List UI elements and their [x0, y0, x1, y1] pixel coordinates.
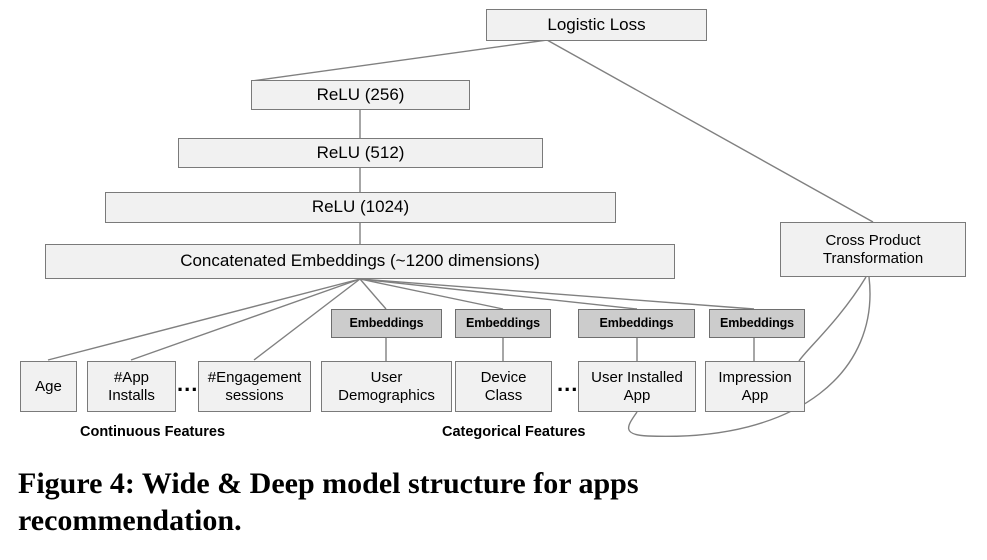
- node-logistic-loss-label: Logistic Loss: [547, 14, 646, 34]
- node-cross-product-line1: Cross Product: [825, 231, 921, 249]
- embedding-impression-app-label: Embeddings: [719, 316, 794, 331]
- feature-user-demographics[interactable]: User Demographics: [321, 361, 452, 412]
- node-relu-256-label: ReLU (256): [316, 84, 405, 104]
- node-concatenated-embeddings[interactable]: Concatenated Embeddings (~1200 dimension…: [45, 244, 675, 279]
- feature-device-class-line2: Class: [484, 386, 523, 404]
- figure-canvas: Logistic Loss ReLU (256) ReLU (512) ReLU…: [0, 0, 987, 560]
- embedding-user-installed-app-label: Embeddings: [599, 316, 674, 331]
- wire-concat-to-emb-device-class: [359, 278, 504, 310]
- embedding-user-demographics-label: Embeddings: [349, 316, 424, 331]
- embedding-user-demographics[interactable]: Embeddings: [331, 309, 442, 338]
- feature-app-installs[interactable]: #App Installs: [87, 361, 176, 412]
- feature-impression-app-line2: App: [741, 386, 769, 404]
- embedding-impression-app[interactable]: Embeddings: [709, 309, 805, 338]
- node-relu-512[interactable]: ReLU (512): [178, 138, 543, 168]
- feature-impression-app[interactable]: Impression App: [705, 361, 805, 412]
- wire-cross-to-impression-app: [798, 276, 867, 362]
- embedding-device-class-label: Embeddings: [465, 316, 540, 331]
- feature-user-installed-app[interactable]: User Installed App: [578, 361, 696, 412]
- embedding-user-installed-app[interactable]: Embeddings: [578, 309, 695, 338]
- wire-loss-to-relu256: [251, 39, 548, 82]
- categorical-features-ellipsis: ...: [557, 371, 579, 396]
- feature-age-label: Age: [35, 377, 62, 395]
- wire-cross-to-user-installed-app: [627, 276, 871, 438]
- figure-caption: Figure 4: Wide & Deep model structure fo…: [18, 466, 973, 539]
- node-relu-256[interactable]: ReLU (256): [251, 80, 470, 110]
- continuous-features-ellipsis: ...: [177, 371, 199, 396]
- node-relu-512-label: ReLU (512): [316, 142, 405, 162]
- label-categorical-features: Categorical Features: [442, 424, 586, 440]
- node-logistic-loss[interactable]: Logistic Loss: [486, 9, 707, 41]
- embedding-device-class[interactable]: Embeddings: [455, 309, 551, 338]
- wire-concat-to-emb-user-demographics: [359, 278, 387, 310]
- wire-concat-to-emb-impression: [359, 278, 755, 310]
- figure-caption-line-2: recommendation.: [18, 503, 242, 537]
- feature-engagement-sessions-line2: sessions: [225, 386, 284, 404]
- node-cross-product-transformation[interactable]: Cross Product Transformation: [780, 222, 966, 277]
- feature-device-class-line1: Device: [480, 368, 527, 386]
- node-relu-1024-label: ReLU (1024): [311, 197, 410, 217]
- feature-user-demographics-line2: Demographics: [338, 386, 435, 404]
- feature-app-installs-line1: #App: [113, 368, 150, 386]
- feature-age[interactable]: Age: [20, 361, 77, 412]
- node-relu-1024[interactable]: ReLU (1024): [105, 192, 616, 223]
- node-cross-product-line2: Transformation: [822, 249, 924, 267]
- wire-concat-to-emb-user-installed: [359, 278, 638, 310]
- feature-user-installed-app-line2: App: [623, 386, 651, 404]
- feature-user-demographics-line1: User: [370, 368, 403, 386]
- node-concatenated-embeddings-label: Concatenated Embeddings (~1200 dimension…: [180, 251, 540, 271]
- feature-device-class[interactable]: Device Class: [455, 361, 552, 412]
- wire-concat-to-age: [47, 278, 361, 361]
- wire-concat-to-app-installs: [130, 278, 361, 361]
- feature-engagement-sessions-line1: #Engagement: [207, 368, 302, 386]
- feature-engagement-sessions[interactable]: #Engagement sessions: [198, 361, 311, 412]
- feature-impression-app-line1: Impression: [718, 368, 792, 386]
- label-continuous-features: Continuous Features: [80, 424, 226, 440]
- feature-user-installed-app-line1: User Installed: [591, 368, 683, 386]
- figure-caption-line-1: Figure 4: Wide & Deep model structure fo…: [18, 467, 639, 500]
- feature-app-installs-line2: Installs: [108, 386, 155, 404]
